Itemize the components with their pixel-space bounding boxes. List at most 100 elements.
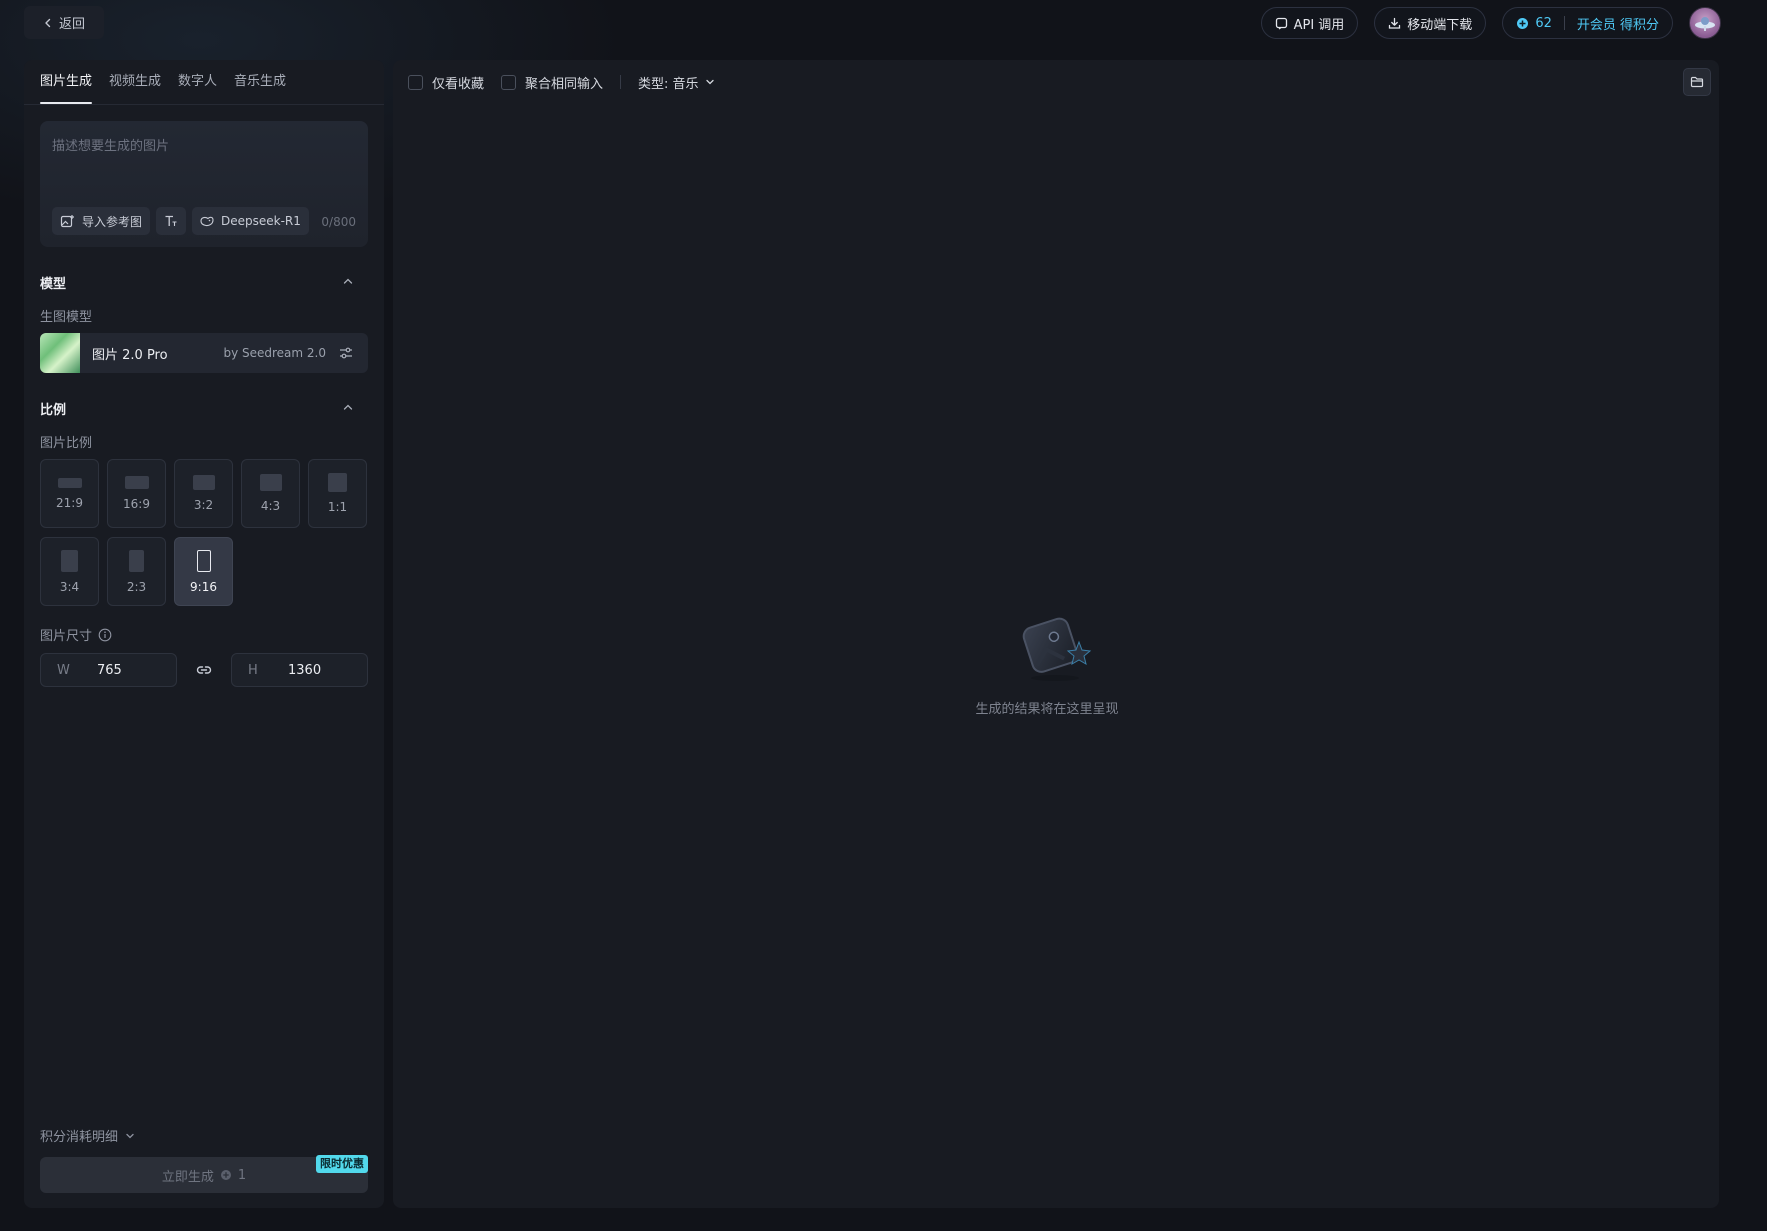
download-label: 移动端下载: [1407, 17, 1473, 33]
ratio-option-4-3[interactable]: 4:3: [241, 459, 300, 528]
mobile-download-button[interactable]: 移动端下载: [1374, 7, 1487, 39]
ratio-shape-icon: [196, 549, 211, 572]
api-button[interactable]: API 调用: [1260, 7, 1359, 39]
ratio-option-21-9[interactable]: 21:9: [40, 459, 99, 528]
model-thumbnail: [40, 333, 80, 373]
avatar[interactable]: [1689, 7, 1721, 39]
ratio-shape-icon: [328, 473, 347, 492]
model-selector[interactable]: 图片 2.0 Pro by Seedream 2.0: [40, 333, 368, 373]
ratio-label: 1:1: [327, 500, 348, 514]
cost-detail-toggle[interactable]: 积分消耗明细: [40, 1126, 136, 1145]
top-bar: 返回 API 调用 移动端下载 62 开会员 得积分: [0, 0, 1767, 46]
tab-music-generation[interactable]: 音乐生成: [234, 60, 286, 104]
ratio-option-3-2[interactable]: 3:2: [174, 459, 233, 528]
credits-pill[interactable]: 62 开会员 得积分: [1502, 7, 1673, 39]
size-inputs: W H: [40, 653, 368, 687]
text-style-button[interactable]: [156, 207, 187, 235]
ratio-option-16-9[interactable]: 16:9: [107, 459, 166, 528]
ratio-option-3-4[interactable]: 3:4: [40, 537, 99, 606]
tabs-divider: [24, 104, 384, 105]
chevron-up-icon: [343, 278, 353, 284]
height-field[interactable]: H: [231, 653, 368, 687]
api-label: API 调用: [1293, 17, 1345, 33]
ratio-collapse-button[interactable]: [340, 399, 356, 415]
generate-button[interactable]: 立即生成 1 限时优惠: [40, 1155, 368, 1193]
settings-sliders-icon[interactable]: [338, 345, 354, 361]
empty-state-text: 生成的结果将在这里呈现: [975, 702, 1119, 717]
filter-separator: [620, 75, 622, 89]
ratio-shape-icon: [61, 549, 78, 572]
width-field[interactable]: W: [40, 653, 177, 687]
ratio-grid: 21:9 16:9 3:2 4:3 1:1 3:4 2:3 9:16: [40, 459, 368, 606]
credit-coin-icon: [220, 1169, 232, 1181]
ratio-option-9-16[interactable]: 9:16: [174, 537, 233, 606]
width-axis-label: W: [57, 662, 70, 678]
merge-same-input-checkbox[interactable]: [501, 74, 517, 90]
import-reference-label: 导入参考图: [82, 214, 143, 229]
prompt-tools: 导入参考图 Deepseek-R1: [52, 207, 309, 235]
folder-button[interactable]: [1683, 68, 1711, 96]
deepseek-label: Deepseek-R1: [221, 214, 301, 228]
merge-same-input-filter[interactable]: 聚合相同输入: [501, 73, 603, 92]
vip-link[interactable]: 开会员 得积分: [1577, 14, 1659, 33]
aspect-link-icon[interactable]: [177, 661, 231, 679]
empty-state: 生成的结果将在这里呈现: [393, 608, 1719, 717]
ratio-shape-icon: [192, 475, 215, 490]
filter-bar: 仅看收藏 聚合相同输入 类型: 音乐: [408, 60, 716, 104]
type-filter-dropdown[interactable]: 类型: 音乐: [638, 73, 716, 92]
ratio-label: 3:2: [193, 498, 214, 512]
download-icon: [1388, 17, 1401, 30]
ratio-shape-icon: [57, 477, 82, 488]
favorites-only-filter[interactable]: 仅看收藏: [408, 73, 484, 92]
import-reference-button[interactable]: 导入参考图: [52, 207, 151, 235]
api-icon: [1275, 17, 1288, 30]
back-button[interactable]: 返回: [24, 6, 104, 39]
favorites-only-checkbox[interactable]: [408, 74, 423, 90]
tab-video-generation[interactable]: 视频生成: [109, 60, 161, 104]
back-label: 返回: [58, 17, 85, 32]
generate-cost: 1: [237, 1167, 247, 1183]
generate-label: 立即生成: [161, 1169, 214, 1185]
ratio-shape-icon: [129, 549, 144, 572]
tab-image-generation[interactable]: 图片生成: [40, 60, 93, 104]
pill-separator: [1563, 16, 1565, 30]
chevron-down-icon: [704, 76, 716, 88]
left-panel: 图片生成 视频生成 数字人 音乐生成 描述想要生成的图片 导入参考图 Deeps…: [24, 60, 384, 1208]
ratio-label: 21:9: [56, 495, 83, 510]
prompt-placeholder: 描述想要生成的图片: [52, 139, 170, 154]
model-collapse-button[interactable]: [340, 273, 356, 289]
ratio-label: 3:4: [59, 579, 80, 594]
image-add-icon: [60, 214, 75, 229]
chevron-down-icon: [124, 1130, 136, 1142]
credit-coin-icon: [1516, 17, 1529, 30]
ratio-shape-icon: [124, 476, 149, 489]
ratio-label: 4:3: [260, 499, 281, 513]
size-label-row: 图片尺寸: [40, 625, 112, 644]
prompt-input[interactable]: 描述想要生成的图片 导入参考图 Deepseek-R1 0/800: [40, 121, 368, 247]
ratio-sub-label: 图片比例: [40, 436, 93, 451]
text-format-icon: [164, 214, 178, 228]
top-actions: API 调用 移动端下载 62 开会员 得积分: [1260, 7, 1721, 39]
model-section-title: 模型: [40, 277, 67, 292]
char-count: 0/800: [321, 215, 356, 229]
whale-icon: [200, 215, 214, 227]
deepseek-button[interactable]: Deepseek-R1: [192, 207, 309, 235]
ratio-shape-icon: [259, 474, 282, 491]
merge-same-input-label: 聚合相同输入: [525, 76, 604, 92]
tab-digital-human[interactable]: 数字人: [178, 60, 217, 104]
ratio-label: 2:3: [126, 579, 147, 594]
empty-image-icon: [1011, 608, 1101, 684]
height-axis-label: H: [248, 662, 258, 678]
promo-badge: 限时优惠: [316, 1155, 368, 1173]
ratio-option-1-1[interactable]: 1:1: [308, 459, 367, 528]
width-input[interactable]: [97, 662, 167, 678]
type-filter-label: 类型: 音乐: [638, 76, 699, 92]
cost-detail-label: 积分消耗明细: [40, 1130, 119, 1145]
favorites-only-label: 仅看收藏: [432, 76, 485, 92]
ratio-label: 9:16: [190, 579, 217, 594]
chevron-up-icon: [343, 404, 353, 410]
info-icon[interactable]: [98, 628, 112, 642]
ratio-option-2-3[interactable]: 2:3: [107, 537, 166, 606]
results-panel: 仅看收藏 聚合相同输入 类型: 音乐 生成的结果将在这里呈现: [393, 60, 1719, 1208]
height-input[interactable]: [288, 662, 358, 678]
